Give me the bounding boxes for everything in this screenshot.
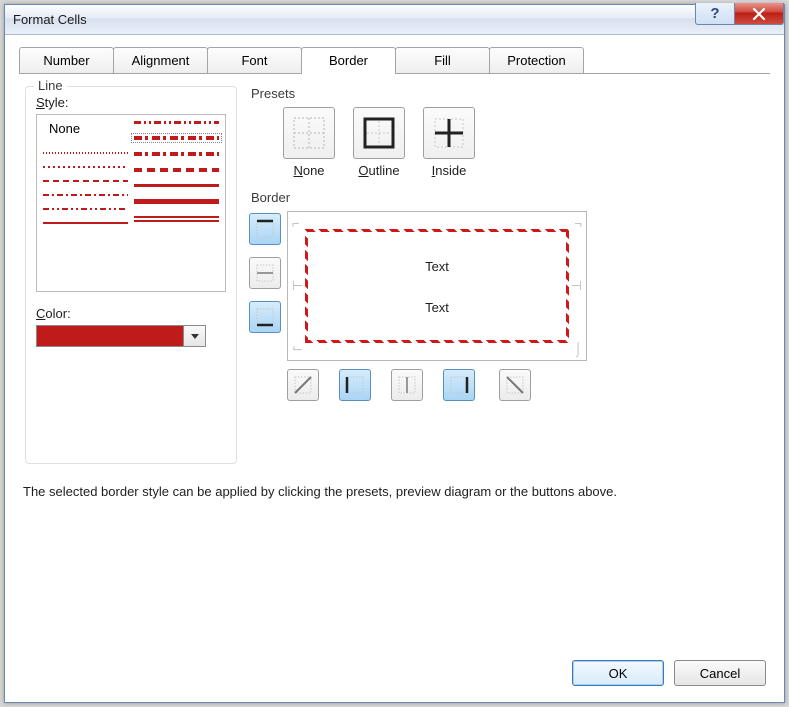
line-style-medium-dash-dot-dot[interactable] bbox=[134, 121, 219, 124]
color-dropdown-button[interactable] bbox=[184, 325, 206, 347]
preset-inside-icon bbox=[430, 114, 468, 152]
color-swatch[interactable] bbox=[36, 325, 184, 347]
close-icon bbox=[752, 7, 766, 21]
line-style-picker[interactable]: None bbox=[36, 114, 226, 292]
line-style-dash-dot[interactable] bbox=[43, 194, 128, 196]
line-style-thick[interactable] bbox=[134, 199, 219, 204]
line-style-hair-dotted[interactable] bbox=[43, 152, 128, 154]
line-style-dashed[interactable] bbox=[43, 180, 128, 182]
tab-fill[interactable]: Fill bbox=[395, 47, 490, 73]
border-label: Border bbox=[249, 190, 764, 205]
line-style-double[interactable] bbox=[134, 216, 219, 222]
line-style-slant-dash-dot[interactable] bbox=[134, 136, 219, 140]
preview-cell-text: Text bbox=[425, 300, 449, 315]
line-style-dotted[interactable] bbox=[43, 166, 128, 168]
border-left-icon bbox=[344, 374, 366, 396]
color-label: Color: bbox=[36, 306, 226, 321]
border-left-button[interactable] bbox=[339, 369, 371, 401]
cancel-button[interactable]: Cancel bbox=[674, 660, 766, 686]
border-bottom-icon bbox=[254, 306, 276, 328]
hint-text: The selected border style can be applied… bbox=[23, 482, 743, 502]
close-button[interactable] bbox=[734, 3, 784, 25]
line-style-medium[interactable] bbox=[134, 184, 219, 187]
tick-corner-icon: ⌡ bbox=[574, 341, 582, 356]
tab-alignment[interactable]: Alignment bbox=[113, 47, 208, 73]
border-top-icon bbox=[254, 218, 276, 240]
titlebar: Format Cells ? bbox=[5, 5, 784, 35]
border-right-button[interactable] bbox=[443, 369, 475, 401]
color-picker[interactable] bbox=[36, 325, 206, 347]
help-icon: ? bbox=[710, 5, 719, 22]
line-style-none[interactable]: None bbox=[43, 121, 128, 136]
diagonal-up-icon bbox=[292, 374, 314, 396]
preview-cell-text: Text bbox=[425, 259, 449, 274]
border-middle-h-icon bbox=[254, 262, 276, 284]
tab-number[interactable]: Number bbox=[19, 47, 114, 73]
tick-corner-icon: ¬ bbox=[574, 216, 582, 231]
border-bottom-button[interactable] bbox=[249, 301, 281, 333]
line-group-label: Line bbox=[34, 78, 67, 93]
tick-corner-icon: ⌐ bbox=[292, 216, 300, 231]
line-style-dash-dot-dot[interactable] bbox=[43, 208, 128, 210]
tick-edge-icon: ⊣ bbox=[571, 278, 582, 294]
line-style-medium-dashed[interactable] bbox=[134, 168, 219, 172]
tab-protection[interactable]: Protection bbox=[489, 47, 584, 73]
border-middle-v-icon bbox=[396, 374, 418, 396]
tab-bar: Number Alignment Font Border Fill Protec… bbox=[19, 47, 770, 74]
border-diagonal-down-button[interactable] bbox=[499, 369, 531, 401]
preset-none-icon bbox=[290, 114, 328, 152]
tab-border[interactable]: Border bbox=[301, 47, 396, 73]
presets-label: Presets bbox=[249, 86, 764, 101]
format-cells-dialog: Format Cells ? Number Alignment Font Bor… bbox=[4, 4, 785, 703]
preset-none[interactable]: None bbox=[283, 107, 335, 178]
border-right-icon bbox=[448, 374, 470, 396]
line-style-thin[interactable] bbox=[43, 222, 128, 224]
border-middle-vertical-button[interactable] bbox=[391, 369, 423, 401]
titlebar-buttons: ? bbox=[696, 3, 784, 25]
border-preview[interactable]: ⌐ ¬ ⊢ ⊣ ⌙ ⌡ Text Text bbox=[287, 211, 587, 361]
ok-button[interactable]: OK bbox=[572, 660, 664, 686]
tab-font[interactable]: Font bbox=[207, 47, 302, 73]
help-button[interactable]: ? bbox=[695, 3, 735, 25]
border-top-button[interactable] bbox=[249, 213, 281, 245]
border-diagonal-up-button[interactable] bbox=[287, 369, 319, 401]
border-middle-horizontal-button[interactable] bbox=[249, 257, 281, 289]
preview-border-outline bbox=[305, 229, 569, 343]
preset-outline[interactable]: Outline bbox=[353, 107, 405, 178]
preset-outline-icon bbox=[360, 114, 398, 152]
line-group: Line Style: None bbox=[25, 86, 237, 464]
window-title: Format Cells bbox=[13, 12, 87, 27]
preset-inside[interactable]: Inside bbox=[423, 107, 475, 178]
style-label: Style: bbox=[36, 95, 226, 110]
diagonal-down-icon bbox=[504, 374, 526, 396]
line-style-medium-dash-dot[interactable] bbox=[134, 152, 219, 156]
